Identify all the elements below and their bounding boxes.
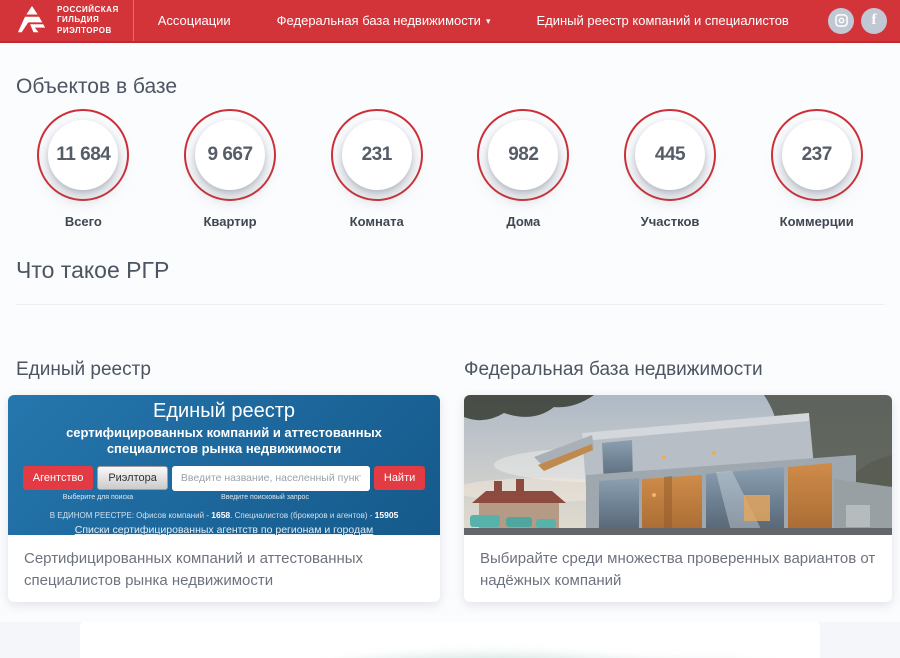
offices-count: 1658: [211, 510, 230, 520]
rgr-logo-icon: [16, 6, 48, 36]
registry-search-input[interactable]: [172, 466, 370, 491]
stat-label: Коммерции: [780, 214, 854, 229]
stat-label: Всего: [65, 214, 102, 229]
fbn-heading: Федеральная база недвижимости: [464, 359, 892, 381]
stat-circle: 445: [624, 109, 716, 201]
logo-text: РОССИЙСКАЯ ГИЛЬДИЯ РИЭЛТОРОВ: [57, 5, 119, 36]
registry-banner: Единый реестр сертифицированных компаний…: [8, 395, 440, 535]
about-title: Что такое РГР: [16, 257, 884, 284]
page-title: Объектов в базе: [16, 75, 884, 99]
stat-circle: 9 667: [184, 109, 276, 201]
map-card: [80, 622, 820, 658]
fbn-card[interactable]: Выбирайте среди множества проверенных ва…: [464, 395, 892, 602]
stat-circle: 982: [477, 109, 569, 201]
nav-associations[interactable]: Ассоциации: [158, 13, 231, 28]
stat-rooms: 231 Комната: [303, 109, 450, 229]
hint-choose: Выберите для поиска: [34, 494, 162, 501]
registry-search-form: Агентство Риэлтора Найти: [8, 466, 440, 491]
registry-caption: Сертифицированных компаний и аттестованн…: [8, 535, 440, 602]
registry-card[interactable]: Единый реестр сертифицированных компаний…: [8, 395, 440, 602]
bottom-section: [0, 622, 900, 658]
stat-plots: 445 Участков: [597, 109, 744, 229]
stat-apartments: 9 667 Квартир: [157, 109, 304, 229]
banner-subtitle: сертифицированных компаний и аттестованн…: [54, 425, 394, 458]
stat-label: Квартир: [203, 214, 256, 229]
stat-label: Комната: [350, 214, 404, 229]
chevron-down-icon: ▾: [486, 17, 491, 26]
stat-value: 237: [802, 144, 832, 166]
stat-value: 445: [655, 144, 685, 166]
stat-circle: 237: [771, 109, 863, 201]
banner-title: Единый реестр: [8, 400, 440, 423]
realtor-button[interactable]: Риэлтора: [97, 466, 168, 490]
stat-value: 11 684: [56, 144, 110, 166]
social-links: f: [828, 0, 900, 41]
form-hints: Выберите для поиска Введите поисковый за…: [8, 494, 440, 501]
house-photo: [464, 395, 892, 535]
stat-circle: 11 684: [37, 109, 129, 201]
certified-agencies-link[interactable]: Списки сертифицированных агентств по рег…: [75, 524, 373, 536]
stat-label: Дома: [506, 214, 540, 229]
map-preview: [260, 632, 814, 658]
stat-commercial: 237 Коммерции: [743, 109, 890, 229]
nav-unified-registry[interactable]: Единый реестр компаний и специалистов: [536, 13, 788, 28]
instagram-icon[interactable]: [828, 8, 854, 34]
specialists-count: 15905: [375, 510, 399, 520]
stat-total: 11 684 Всего: [10, 109, 157, 229]
stat-value: 231: [362, 144, 392, 166]
fbn-caption: Выбирайте среди множества проверенных ва…: [464, 535, 892, 602]
nav-federal-base[interactable]: Федеральная база недвижимости ▾: [277, 13, 491, 28]
stat-circle: 231: [331, 109, 423, 201]
hint-query: Введите поисковый запрос: [166, 494, 364, 501]
stat-value: 982: [508, 144, 538, 166]
main-nav: Ассоциации Федеральная база недвижимости…: [158, 0, 789, 41]
top-header: РОССИЙСКАЯ ГИЛЬДИЯ РИЭЛТОРОВ Ассоциации …: [0, 0, 900, 43]
stat-label: Участков: [641, 214, 700, 229]
stats-row: 11 684 Всего 9 667 Квартир 231 Комната 9…: [0, 109, 900, 229]
find-button[interactable]: Найти: [374, 466, 425, 490]
logo[interactable]: РОССИЙСКАЯ ГИЛЬДИЯ РИЭЛТОРОВ: [0, 0, 134, 41]
registry-counts: В ЕДИНОМ РЕЕСТРЕ: Офисов компаний - 1658…: [8, 510, 440, 520]
registry-heading: Единый реестр: [16, 359, 440, 381]
stat-value: 9 667: [207, 144, 252, 166]
stat-houses: 982 Дома: [450, 109, 597, 229]
facebook-icon[interactable]: f: [861, 8, 887, 34]
section-divider: [16, 304, 884, 305]
agency-button[interactable]: Агентство: [23, 466, 94, 490]
